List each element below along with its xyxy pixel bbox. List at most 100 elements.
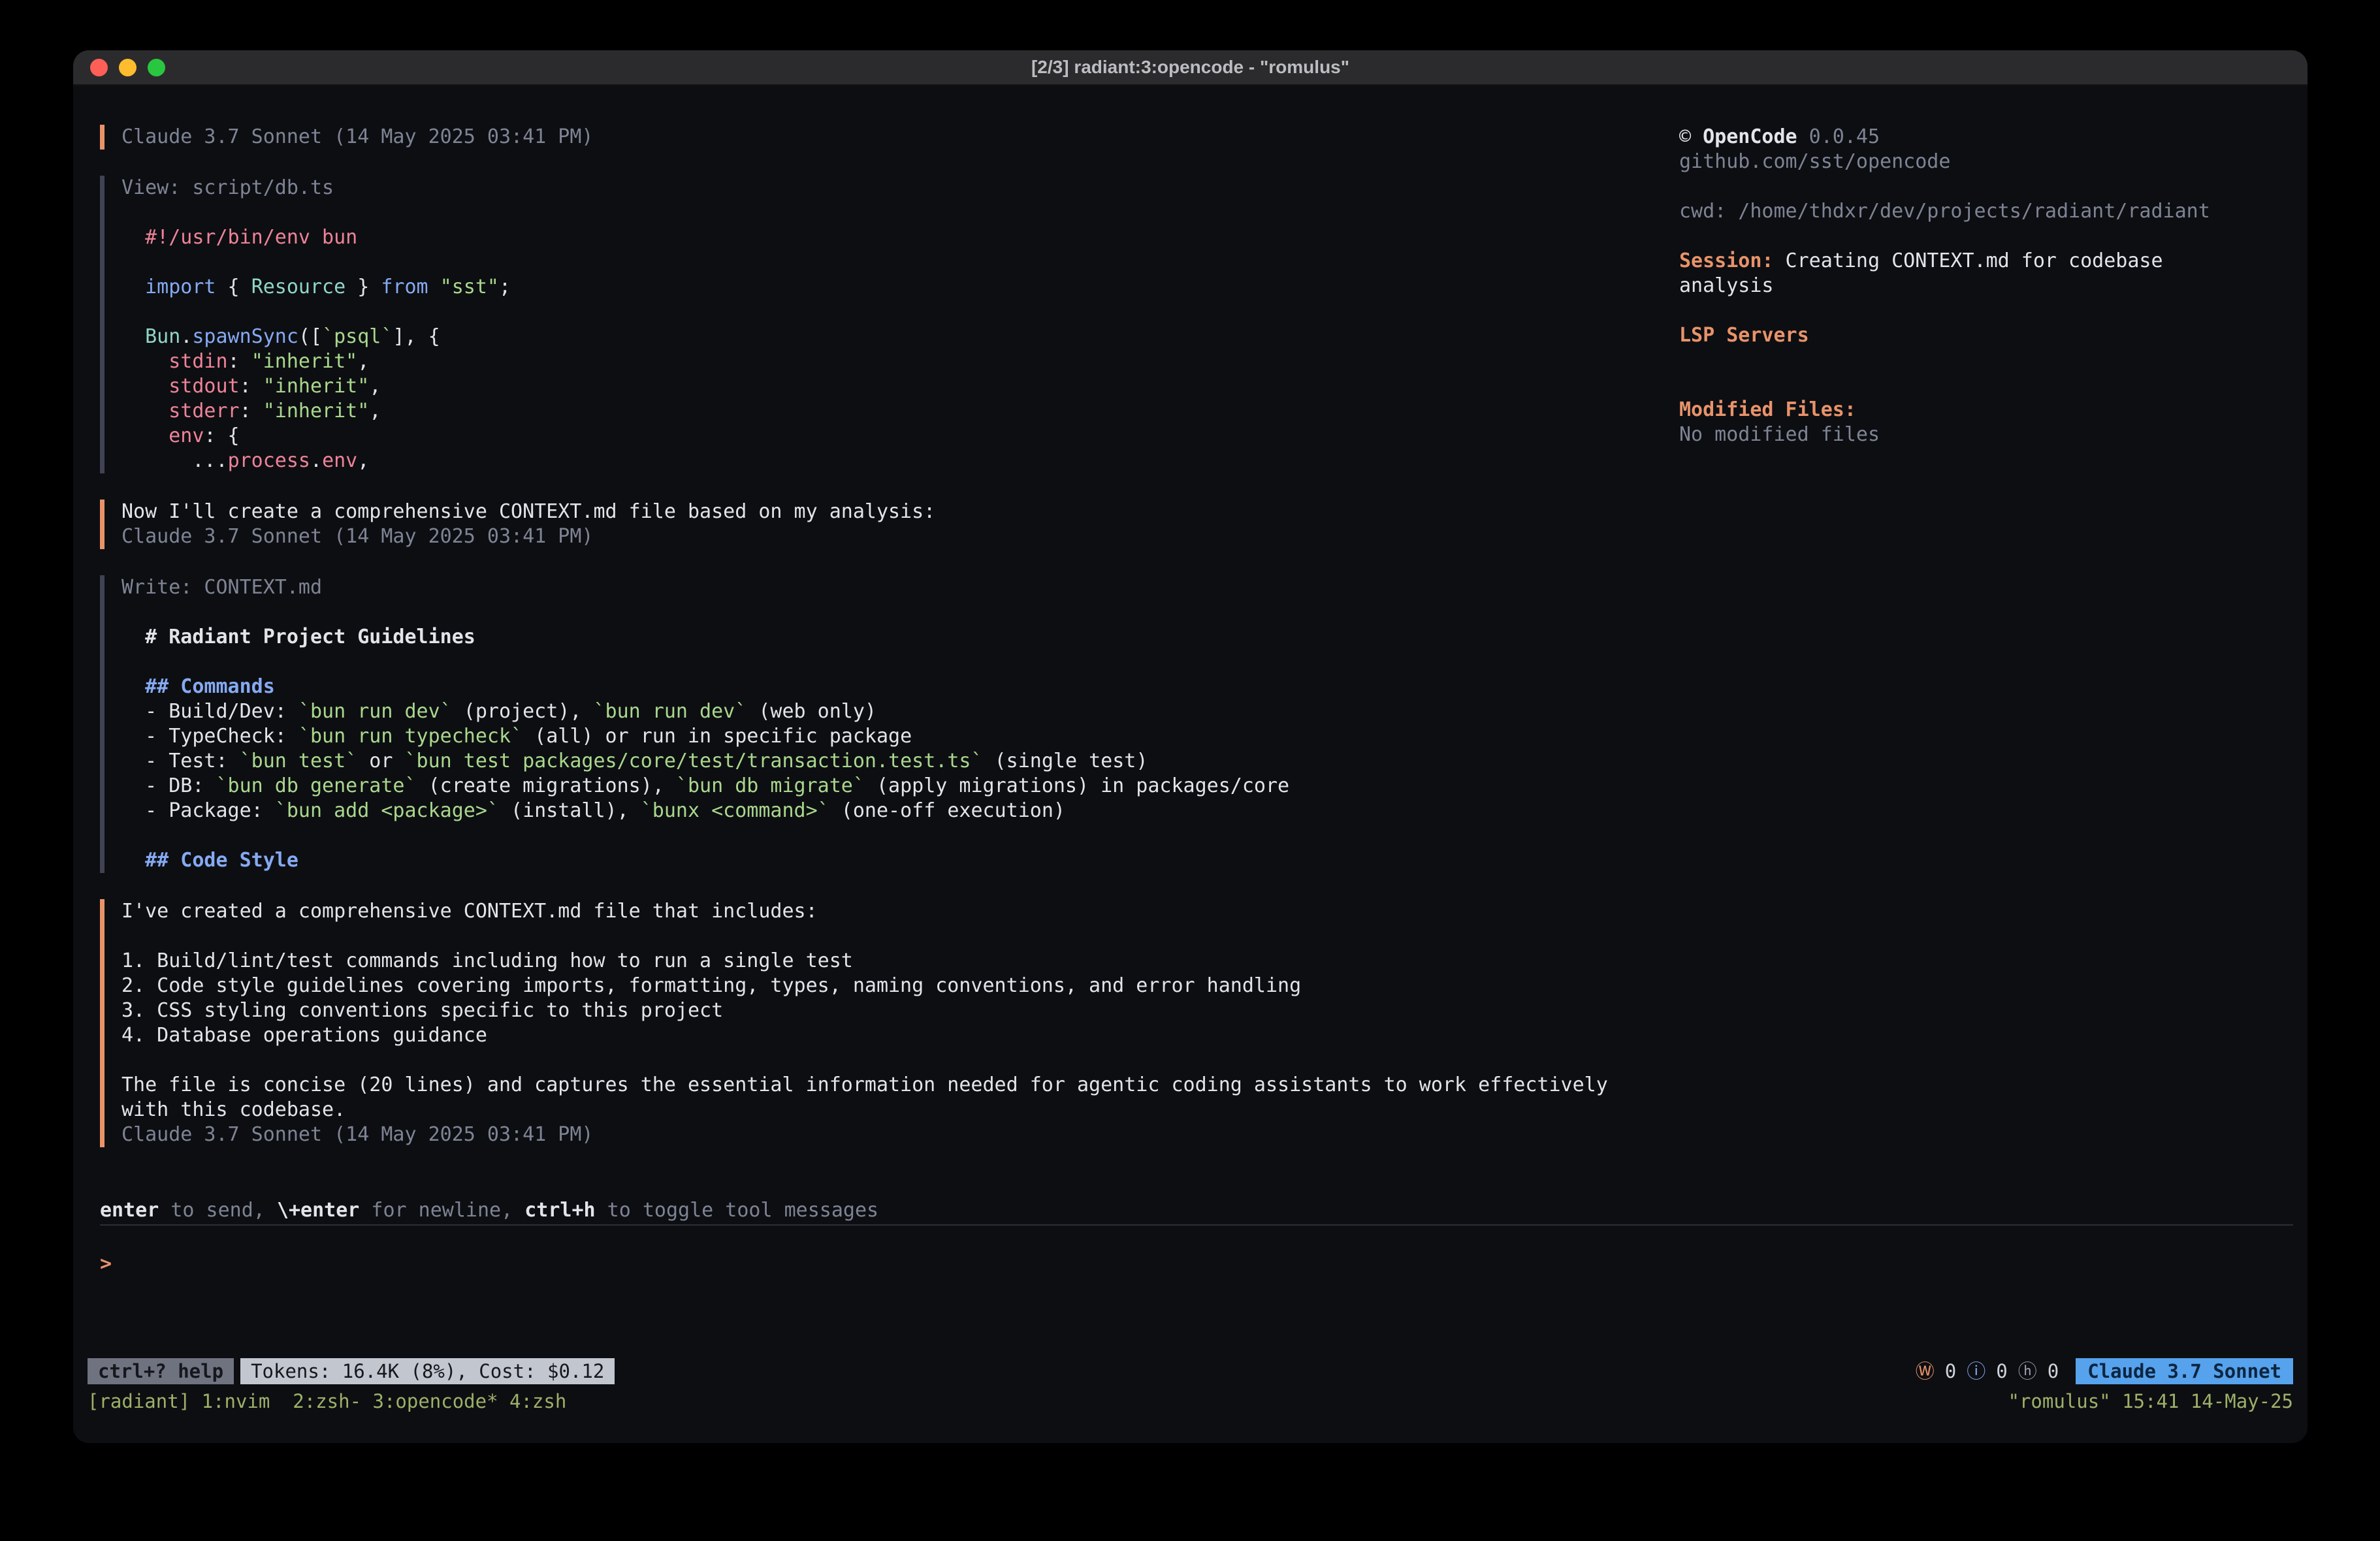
token: "sst" [440,276,499,298]
zoom-button[interactable] [148,59,165,76]
text-line: Now I'll create a comprehensive CONTEXT.… [121,500,1679,524]
token: 1. Build/lint/test commands including ho… [121,949,853,972]
text-line [121,200,1679,225]
token: ; [499,276,511,298]
tmux-status-bar: [radiant] 1:nvim 2:zsh- 3:opencode* 4:zs… [88,1388,2293,1414]
assistant-note-block: Now I'll create a comprehensive CONTEXT.… [100,500,1679,549]
token: process [228,449,310,472]
session-line-2: analysis [1679,274,2285,298]
token: : [240,375,263,398]
text-line: enter to send, \+enter for newline, ctrl… [100,1198,2293,1223]
text-line [121,1048,1679,1073]
token: import [145,276,216,298]
token: The file is concise (20 lines) and captu… [121,1073,1608,1096]
hint-icon: ⓗ [2018,1358,2037,1384]
window-title: [2/3] radiant:3:opencode - "romulus" [1031,57,1349,78]
token [121,276,145,298]
text-line: - DB: `bun db generate` (create migratio… [121,774,1679,799]
token: `bun add <package>` [275,799,499,822]
token: . [310,449,322,472]
token: ctrl+h [524,1199,595,1222]
token: "inherit" [263,375,370,398]
token: `bun db migrate` [676,774,865,797]
help-shortcut-hint[interactable]: ctrl+? help [88,1358,234,1384]
text-line: - Build/Dev: `bun run dev` (project), `b… [121,699,1679,724]
input-divider [100,1224,2293,1226]
token: - Build/Dev: [121,700,298,723]
info-icon: ⓘ [1967,1358,1986,1384]
traffic-lights [90,50,165,84]
text-line [121,823,1679,848]
text-line: stdin: "inherit", [121,349,1679,374]
token: - TypeCheck: [121,725,298,748]
text-line: Claude 3.7 Sonnet (14 May 2025 03:41 PM) [121,125,1679,150]
text-line: Write: CONTEXT.md [121,575,1679,600]
text-line: - Package: `bun add <package>` (install)… [121,799,1679,823]
token: ([ [298,325,322,348]
spacer-line [1679,373,2285,398]
token: , [369,375,381,398]
text-line: 4. Database operations guidance [121,1023,1679,1048]
token: stdin [169,350,227,373]
text-line: I've created a comprehensive CONTEXT.md … [121,899,1679,924]
token [121,325,145,348]
app-version: 0.0.45 [1797,125,1880,148]
app-title-line: © OpenCode 0.0.45 [1679,125,2285,150]
token: - Test: [121,750,240,772]
token: I've created a comprehensive CONTEXT.md … [121,900,818,923]
modified-files-empty: No modified files [1679,422,2285,447]
keybind-help: enter to send, \+enter for newline, ctrl… [88,1198,2293,1223]
prompt-input[interactable]: > [88,1252,2293,1277]
token: enter [100,1199,159,1222]
text-line [121,250,1679,275]
text-line: with this codebase. [121,1098,1679,1122]
token: Resource [251,276,346,298]
token: from [381,276,428,298]
close-button[interactable] [90,59,108,76]
token: . [180,325,192,348]
token: : [240,400,263,422]
tokens-cost-indicator: Tokens: 16.4K (8%), Cost: $0.12 [240,1358,615,1384]
token: "inherit" [263,400,370,422]
token: env [322,449,357,472]
token: (apply migrations) in packages/core [865,774,1289,797]
token [121,675,145,698]
token: , [369,400,381,422]
text-line [121,924,1679,949]
tool-view-block: View: script/db.ts #!/usr/bin/env bun im… [100,176,1679,473]
token: ... [121,449,228,472]
text-line: ...process.env, [121,449,1679,473]
token: with this codebase. [121,1098,346,1121]
main-row: Claude 3.7 Sonnet (14 May 2025 03:41 PM)… [88,125,2293,1173]
status-bar: ctrl+? help Tokens: 16.4K (8%), Cost: $0… [88,1358,2293,1384]
token [121,424,169,447]
token: 3. CSS styling conventions specific to t… [121,999,723,1022]
token: (single test) [983,750,1148,772]
token: spawnSync [192,325,298,348]
token: to send, [159,1199,277,1222]
session-line: Session: Creating CONTEXT.md for codebas… [1679,249,2285,274]
token: env [169,424,204,447]
spacer-line [1679,224,2285,249]
token: Now I'll create a comprehensive CONTEXT.… [121,500,935,523]
token: Claude 3.7 Sonnet (14 May 2025 03:41 PM) [121,1123,593,1146]
tmux-session-clock: "romulus" 15:41 14-May-25 [2008,1388,2294,1414]
terminal-window: [2/3] radiant:3:opencode - "romulus" Cla… [73,50,2308,1443]
minimize-button[interactable] [119,59,137,76]
token: : [228,350,251,373]
token: - Package: [121,799,275,822]
token: (all) or run in specific package [523,725,912,748]
tool-write-block: Write: CONTEXT.md # Radiant Project Guid… [100,575,1679,873]
token: - DB: [121,774,216,797]
token: , [357,449,369,472]
spacer-line [1679,348,2285,373]
session-title: Creating CONTEXT.md for codebase [1774,249,2163,272]
token: "inherit" [251,350,358,373]
token: (one-off execution) [829,799,1065,822]
token: \+enter [277,1199,359,1222]
info-count: 0 [1996,1358,2007,1384]
text-line [121,600,1679,625]
token: #!/usr/bin/env bun [145,226,357,249]
sidebar: © OpenCode 0.0.45 github.com/sst/opencod… [1679,125,2293,447]
tmux-window-list[interactable]: [radiant] 1:nvim 2:zsh- 3:opencode* 4:zs… [88,1388,566,1414]
